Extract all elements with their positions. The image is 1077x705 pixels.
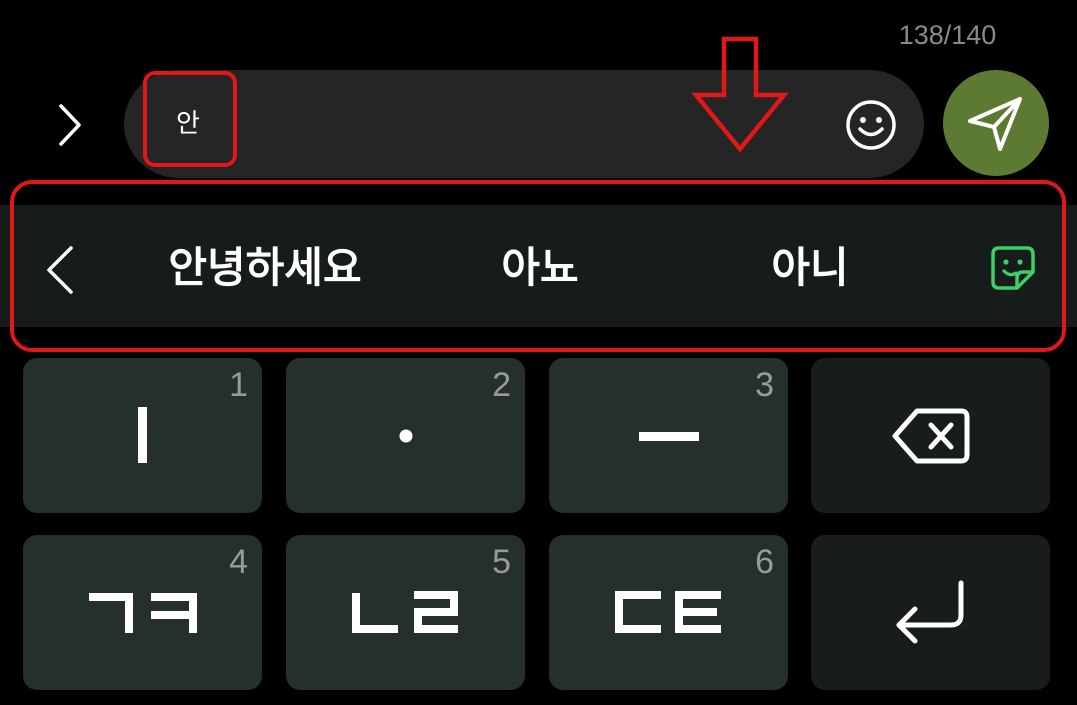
- key-4[interactable]: 4: [23, 535, 262, 690]
- annotation-highlight-suggestion-bar: [10, 180, 1066, 352]
- annotation-highlight-input-text: [143, 71, 237, 167]
- expand-button[interactable]: [40, 90, 100, 160]
- key-label-nieun-rieul: [351, 590, 458, 633]
- smiley-icon: [846, 100, 896, 150]
- key-backspace[interactable]: [811, 358, 1050, 513]
- key-5[interactable]: 5: [286, 535, 525, 690]
- emoji-button[interactable]: [840, 96, 902, 154]
- message-input[interactable]: [124, 70, 924, 178]
- annotation-down-arrow: [691, 36, 789, 153]
- key-3[interactable]: 3: [549, 358, 788, 513]
- send-button[interactable]: [943, 70, 1049, 176]
- backspace-icon: [892, 408, 969, 463]
- key-label-dot: [399, 429, 412, 442]
- key-enter[interactable]: [811, 535, 1050, 690]
- key-label-digeut-tieut: [614, 590, 721, 633]
- chevron-right-icon: [59, 104, 81, 146]
- send-icon: [968, 97, 1022, 151]
- key-1[interactable]: 1: [23, 358, 262, 513]
- key-label-vertical-stroke: [137, 406, 147, 463]
- enter-icon: [896, 580, 963, 643]
- character-counter: 138/140: [898, 20, 997, 50]
- key-2[interactable]: 2: [286, 358, 525, 513]
- key-6[interactable]: 6: [549, 535, 788, 690]
- key-label-giyeok-kieuk: [88, 592, 197, 633]
- key-label-horizontal-stroke: [638, 431, 699, 441]
